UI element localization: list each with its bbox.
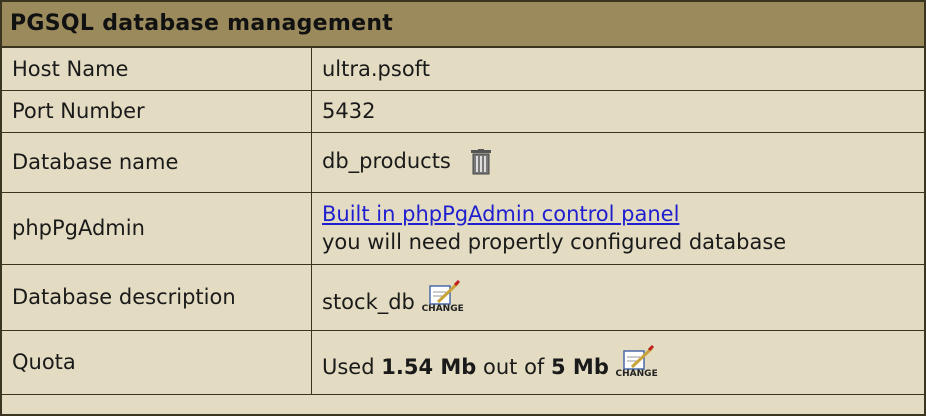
pgsql-management-panel: PGSQL database management Host Name ultr…	[0, 0, 926, 416]
phppgadmin-link[interactable]: Built in phpPgAdmin control panel	[322, 200, 914, 228]
quota-label: Quota	[2, 329, 312, 395]
table-row-host: Host Name ultra.psoft	[2, 48, 924, 91]
quota-middle: out of	[483, 355, 545, 379]
phppgadmin-cell: Built in phpPgAdmin control panel you wi…	[311, 191, 924, 265]
change-description-label: CHANGE	[421, 304, 464, 314]
database-name-label: Database name	[2, 131, 312, 193]
panel-title: PGSQL database management	[2, 2, 924, 48]
port-number-value: 5432	[311, 89, 924, 133]
quota-prefix: Used	[322, 355, 375, 379]
database-info-table: Host Name ultra.psoft Port Number 5432 D…	[2, 48, 924, 395]
database-description-value: stock_db	[322, 290, 415, 314]
phppgadmin-label: phpPgAdmin	[2, 191, 312, 265]
table-row-quota: Quota Used 1.54 Mb out of 5 Mb CHANGE	[2, 329, 924, 395]
table-row-port: Port Number 5432	[2, 89, 924, 133]
table-row-description: Database description stock_db CHANGE	[2, 263, 924, 331]
quota-total: 5 Mb	[551, 355, 609, 379]
database-description-cell: stock_db CHANGE	[311, 263, 924, 331]
database-description-label: Database description	[2, 263, 312, 331]
database-name-value: db_products	[322, 149, 451, 173]
database-name-cell: db_products	[311, 131, 924, 193]
table-row-database-name: Database name db_products	[2, 131, 924, 193]
change-quota-label: CHANGE	[615, 369, 658, 379]
host-name-label: Host Name	[2, 48, 312, 91]
quota-cell: Used 1.54 Mb out of 5 Mb CHANGE	[311, 329, 924, 395]
host-name-value: ultra.psoft	[311, 48, 924, 91]
change-description-icon[interactable]: CHANGE	[422, 280, 466, 314]
phppgadmin-note: you will need propertly configured datab…	[322, 230, 787, 254]
trash-icon[interactable]	[470, 149, 492, 175]
quota-used: 1.54 Mb	[381, 355, 477, 379]
table-row-phppgadmin: phpPgAdmin Built in phpPgAdmin control p…	[2, 191, 924, 265]
change-quota-icon[interactable]: CHANGE	[616, 345, 660, 379]
port-number-label: Port Number	[2, 89, 312, 133]
